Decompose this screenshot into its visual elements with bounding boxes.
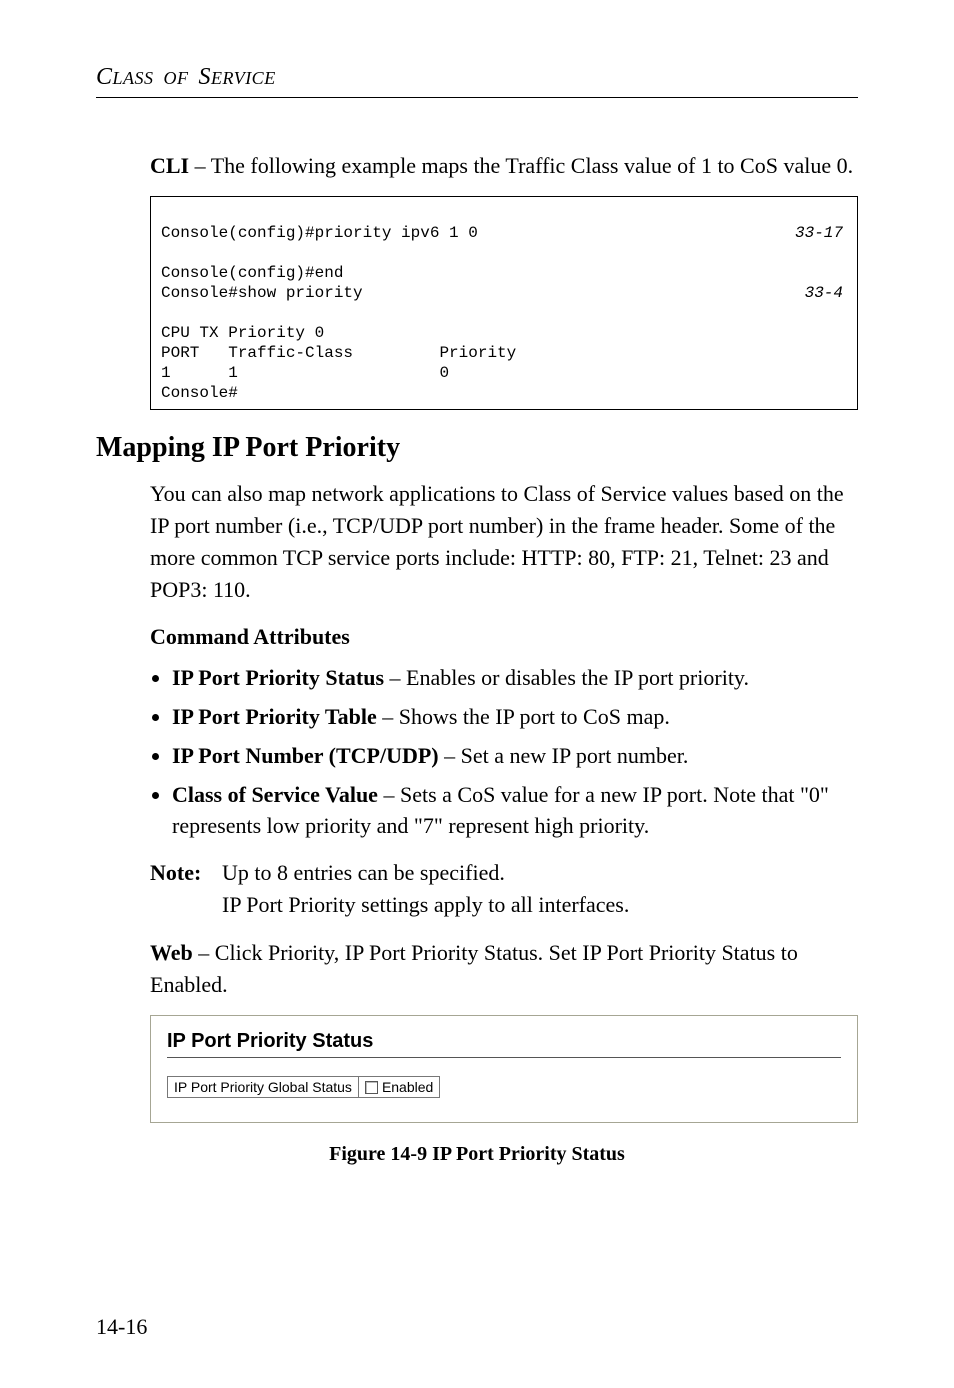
page-number: 14-16 <box>96 1314 147 1340</box>
bullet-text: – Enables or disables the IP port priori… <box>384 665 749 690</box>
code-ref: 33-4 <box>805 283 847 303</box>
bullet-bold: IP Port Priority Status <box>172 665 384 690</box>
note-content: Up to 8 entries can be specified. IP Por… <box>222 857 858 921</box>
figure-caption: Figure 14-9 IP Port Priority Status <box>96 1143 858 1166</box>
bullet-bold: Class of Service Value <box>172 782 378 807</box>
table-row: IP Port Priority Global Status Enabled <box>168 1076 440 1097</box>
command-attributes-heading: Command Attributes <box>150 621 858 653</box>
checkbox-label: Enabled <box>382 1079 433 1095</box>
checkbox-icon[interactable] <box>365 1081 378 1094</box>
note-label: Note: <box>150 857 222 921</box>
status-table: IP Port Priority Global Status Enabled <box>167 1076 440 1098</box>
note-line: IP Port Priority settings apply to all i… <box>222 889 858 921</box>
web-paragraph: Web – Click Priority, IP Port Priority S… <box>150 937 858 1001</box>
web-label: Web <box>150 940 193 965</box>
code-line: Console#show priority <box>161 283 363 303</box>
bullet-text: – Set a new IP port number. <box>439 743 689 768</box>
figure-title: IP Port Priority Status <box>167 1030 841 1053</box>
bullet-bold: IP Port Priority Table <box>172 704 377 729</box>
checkbox-cell: Enabled <box>358 1076 439 1097</box>
web-text: – Click Priority, IP Port Priority Statu… <box>150 940 798 997</box>
list-item: Class of Service Value – Sets a CoS valu… <box>172 780 858 842</box>
header-rule <box>96 97 858 98</box>
note-block: Note: Up to 8 entries can be specified. … <box>150 857 858 921</box>
cli-label: CLI <box>150 153 189 178</box>
cli-text: – The following example maps the Traffic… <box>189 153 853 178</box>
list-item: IP Port Priority Table – Shows the IP po… <box>172 702 858 733</box>
figure-panel: IP Port Priority Status IP Port Priority… <box>150 1015 858 1123</box>
code-block: Console(config)#priority ipv6 1 0 33-17 C… <box>150 196 858 410</box>
note-line: Up to 8 entries can be specified. <box>222 857 858 889</box>
running-header: CLASS OF SERVICE <box>96 64 858 91</box>
cli-paragraph: CLI – The following example maps the Tra… <box>150 150 858 182</box>
bullet-text: – Shows the IP port to CoS map. <box>377 704 670 729</box>
bullet-list: IP Port Priority Status – Enables or dis… <box>150 663 858 841</box>
code-line: Console# <box>161 384 238 402</box>
section-paragraph: You can also map network applications to… <box>150 478 858 606</box>
code-line: 1 1 0 <box>161 364 449 382</box>
code-line: PORT Traffic-Class Priority <box>161 344 516 362</box>
bullet-bold: IP Port Number (TCP/UDP) <box>172 743 439 768</box>
code-line: CPU TX Priority 0 <box>161 324 324 342</box>
section-title: Mapping IP Port Priority <box>96 432 858 464</box>
code-line: Console(config)#end <box>161 264 343 282</box>
list-item: IP Port Number (TCP/UDP) – Set a new IP … <box>172 741 858 772</box>
figure-rule <box>167 1057 841 1058</box>
code-line: Console(config)#priority ipv6 1 0 <box>161 223 478 243</box>
code-ref: 33-17 <box>795 223 847 243</box>
list-item: IP Port Priority Status – Enables or dis… <box>172 663 858 694</box>
row-label: IP Port Priority Global Status <box>168 1076 359 1097</box>
